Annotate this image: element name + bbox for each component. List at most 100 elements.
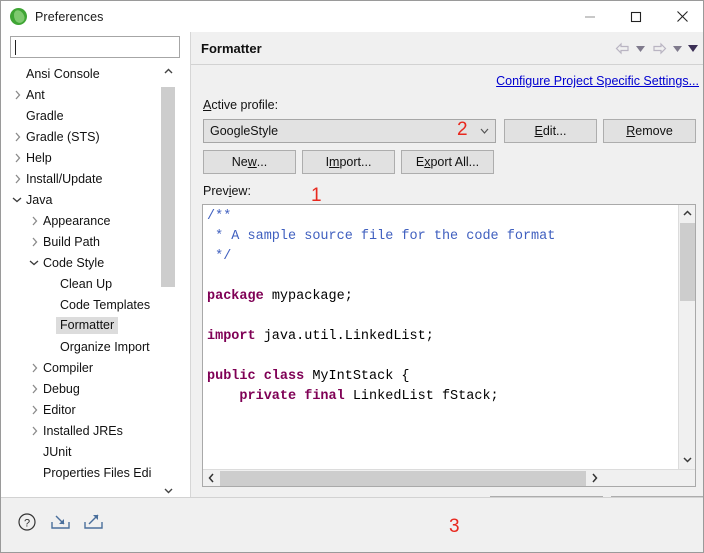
chevron-down-icon[interactable] [10,196,24,203]
export-arrow-icon[interactable] [81,510,105,534]
chevron-right-icon[interactable] [10,174,24,184]
forward-arrow-icon[interactable] [649,40,669,57]
code-token: MyIntStack { [304,369,410,384]
chevron-right-icon[interactable] [27,426,41,436]
scrollbar-thumb[interactable] [220,470,586,486]
chevron-left-icon[interactable] [203,470,220,487]
code-token: */ [207,249,232,264]
scrollbar-thumb[interactable] [161,87,175,287]
chevron-right-icon[interactable] [27,237,41,247]
minimize-icon[interactable] [567,1,613,32]
help-question-icon[interactable]: ? [15,510,39,534]
active-profile-select[interactable]: GoogleStyle [203,119,496,143]
chevron-up-icon[interactable] [160,63,176,79]
caret-down-icon[interactable] [634,40,647,57]
sidebar-item-properties-files-edi[interactable]: Properties Files Edi [10,462,180,480]
sidebar-item-label: Ant [26,87,45,102]
code-line: public class MyIntStack { [207,367,679,387]
sidebar-item-debug[interactable]: Debug [10,378,180,399]
chevron-right-icon[interactable] [27,216,41,226]
page-title: Formatter [201,41,262,56]
panel-header: Formatter [191,32,703,65]
new-button[interactable]: Ne w... [203,150,296,174]
back-arrow-icon[interactable] [612,40,632,57]
sidebar-item-label: Install/Update [26,171,103,186]
preferences-tree[interactable]: Ansi Console Ant Gradle Gradle (STS) Help Ins… [10,63,180,480]
sidebar-item-java[interactable]: Java [10,189,180,210]
panel-nav-icons [612,40,699,57]
chevron-down-icon[interactable] [473,128,495,134]
code-line: private final LinkedList fStack; [207,387,679,407]
import-button[interactable]: Im port... [302,150,395,174]
sidebar-item-compiler[interactable]: Compiler [10,357,180,378]
active-profile-label: Active profile: [203,98,279,112]
chevron-right-icon[interactable] [10,132,24,142]
close-icon[interactable] [659,1,703,32]
import-arrow-icon[interactable] [48,510,72,534]
chevron-right-icon[interactable] [586,470,603,487]
sidebar-item-label: Appearance [43,213,111,228]
sidebar-item-code-style[interactable]: Code Style [10,252,180,273]
remove-button[interactable]: Remove [603,119,696,143]
code-token: java.util.LinkedList; [255,329,434,344]
sidebar-item-help[interactable]: Help [10,147,180,168]
chevron-right-icon[interactable] [27,405,41,415]
sidebar-item-label: Debug [43,381,80,396]
svg-text:?: ? [24,518,30,530]
dialog-footer: ? Apply and Close Cancel [1,498,703,552]
sidebar-item-organize-import[interactable]: Organize Import [10,336,180,357]
sidebar-item-installed-jres[interactable]: Installed JREs [10,420,180,441]
code-token: mypackage; [263,289,353,304]
sidebar-item-label: Ansi Console [26,66,100,81]
annotation-1: 1 [311,185,322,206]
chevron-right-icon[interactable] [10,153,24,163]
preview-vertical-scrollbar[interactable] [678,205,695,469]
preview-horizontal-scrollbar[interactable] [203,469,695,486]
chevron-up-icon[interactable] [679,205,696,222]
sidebar-item-install-update[interactable]: Install/Update [10,168,180,189]
configure-project-specific-settings-link[interactable]: Configure Project Specific Settings... [496,74,699,88]
scrollbar-thumb[interactable] [680,223,695,301]
sidebar-item-gradle[interactable]: Gradle [10,105,180,126]
sidebar-item-gradle-sts[interactable]: Gradle (STS) [10,126,180,147]
chevron-down-icon[interactable] [27,259,41,266]
sidebar-item-ant[interactable]: Ant [10,84,180,105]
code-line: /** [207,207,679,227]
sidebar: Ansi Console Ant Gradle Gradle (STS) Help Ins… [1,32,190,525]
sidebar-item-label: Installed JREs [43,423,123,438]
window-controls [567,1,703,32]
export-all-button[interactable]: Ex port All... [401,150,494,174]
chevron-right-icon[interactable] [27,363,41,373]
sidebar-item-editor[interactable]: Editor [10,399,180,420]
chevron-right-icon[interactable] [10,90,24,100]
sidebar-item-junit[interactable]: JUnit [10,441,180,462]
code-token: import [207,329,256,344]
text-caret [15,40,16,55]
chevron-right-icon[interactable] [27,384,41,394]
sidebar-item-label: Organize Import [60,339,150,354]
maximize-icon[interactable] [613,1,659,32]
caret-down-icon[interactable] [671,40,684,57]
sidebar-item-build-path[interactable]: Build Path [10,231,180,252]
sidebar-item-appearance[interactable]: Appearance [10,210,180,231]
code-token: /** [207,209,232,224]
sidebar-item-label: Editor [43,402,76,417]
sidebar-item-clean-up[interactable]: Clean Up [10,273,180,294]
sidebar-item-formatter[interactable]: Formatter [10,315,180,336]
settings-panel: Formatter Configure Project Specific Set… [191,32,703,520]
sidebar-vertical-scrollbar[interactable] [160,63,176,498]
search-input[interactable] [10,36,180,58]
edit-button[interactable]: Edit... [504,119,597,143]
preferences-dialog: Preferences Ansi Console Ant Gradle Gradle … [0,0,704,553]
sidebar-item-code-templates[interactable]: Code Templates [10,294,180,315]
caret-down-filled-icon[interactable] [686,40,699,57]
code-token: public class [207,369,305,384]
chevron-down-icon[interactable] [679,451,696,468]
sidebar-item-label: Java [26,192,53,207]
chevron-down-icon[interactable] [160,482,176,498]
title-bar: Preferences [1,1,703,32]
sidebar-item-ansi-console[interactable]: Ansi Console [10,63,180,84]
